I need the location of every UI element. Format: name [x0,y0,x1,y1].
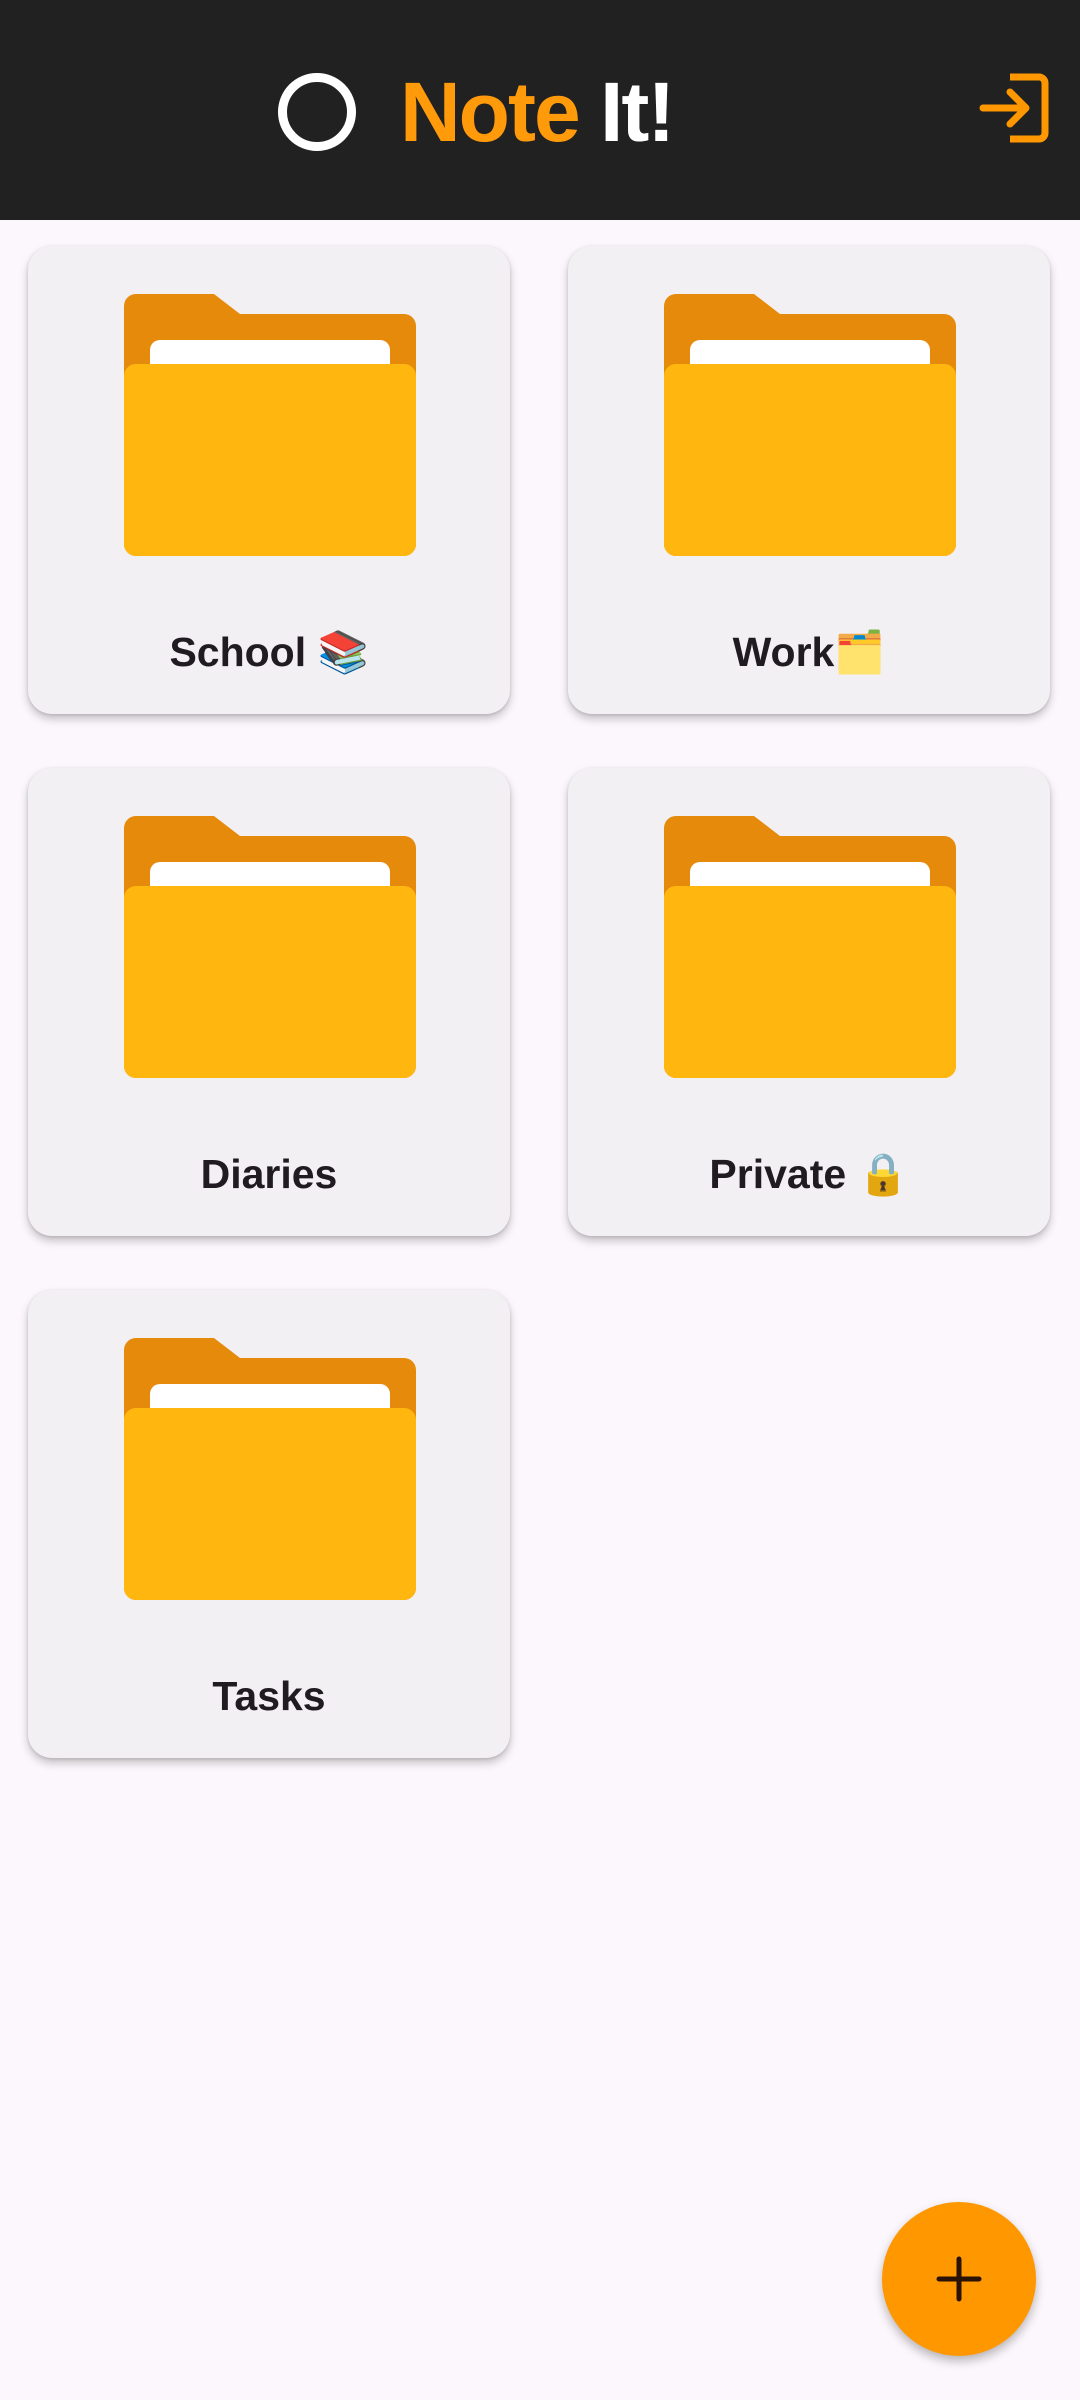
folder-card-diaries[interactable]: Diaries [28,768,510,1236]
folder-card-private[interactable]: Private 🔒 [568,768,1050,1236]
folder-icon [124,294,416,556]
app-bar: Note It! [0,0,1080,220]
folder-card-school[interactable]: School 📚 [28,246,510,714]
folder-label: Tasks [212,1673,326,1719]
folder-icon [124,1338,416,1600]
folder-label: Diaries [200,1151,338,1197]
plus-icon [936,2256,982,2302]
folder-label: School 📚 [169,629,369,675]
folder-card-work[interactable]: Work🗂️ [568,246,1050,714]
logout-icon [979,73,1049,143]
folder-label: Private 🔒 [709,1151,909,1197]
brand: Note It! [278,56,675,168]
folder-icon [664,294,956,556]
folder-icon [124,816,416,1078]
add-folder-button[interactable] [882,2202,1036,2356]
app-title-it: It! [578,65,675,159]
app-title-note: Note [400,65,581,159]
folder-icon [664,816,956,1078]
ring-icon [278,73,356,151]
logout-button[interactable] [976,70,1052,146]
app-title: Note It! [400,70,675,154]
folder-card-tasks[interactable]: Tasks [28,1290,510,1758]
folder-label: Work🗂️ [732,629,886,675]
